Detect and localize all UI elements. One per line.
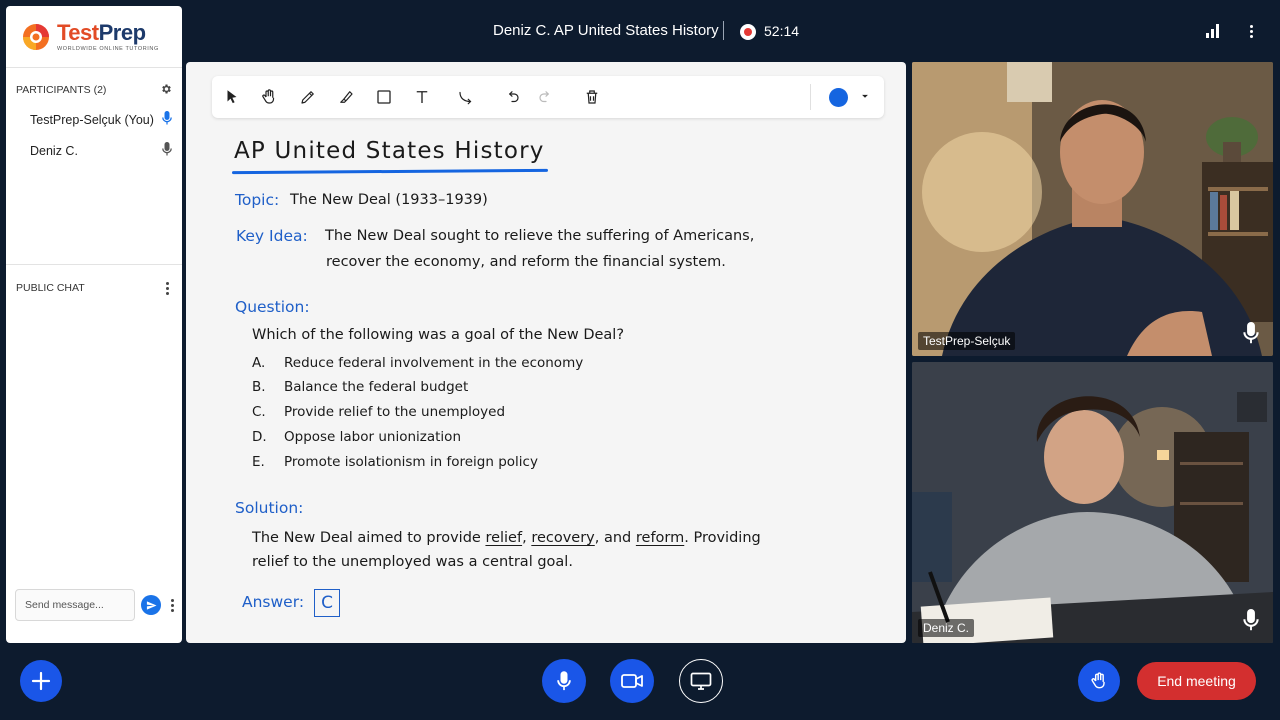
participant-name: Deniz C. <box>30 143 78 158</box>
send-icon <box>146 600 157 610</box>
topic-label: Topic: <box>235 191 280 209</box>
meeting-title: Deniz C. AP United States History <box>493 22 719 39</box>
option-text: Reduce federal involvement in the econom… <box>284 355 584 371</box>
chat-menu-icon[interactable] <box>162 280 172 296</box>
camera-button[interactable] <box>610 659 654 703</box>
video-name-tag: Deniz C. <box>918 619 975 637</box>
solution-keyword: relief <box>485 530 523 546</box>
question-text: Which of the following was a goal of the… <box>252 327 625 343</box>
participants-header: PARTICIPANTS (2) <box>6 82 182 98</box>
undo-icon[interactable] <box>502 87 522 107</box>
brand-tagline: WORLDWIDE ONLINE TUTORING <box>57 45 159 52</box>
mic-icon <box>1243 609 1259 631</box>
chat-input-row: Send message... <box>15 589 177 621</box>
gear-icon[interactable] <box>160 83 172 98</box>
top-bar: Deniz C. AP United States History 52:14 <box>185 0 1280 62</box>
more-options-icon[interactable] <box>1246 23 1256 39</box>
solution-text: . Providing <box>684 530 761 546</box>
solution-text: , <box>522 530 527 546</box>
tutor-video-frame <box>912 62 1273 356</box>
solution-keyword: recovery <box>531 530 595 546</box>
chat-message-input[interactable]: Send message... <box>15 589 135 621</box>
testprep-logo-icon <box>21 22 51 52</box>
video-camera-icon <box>621 674 643 688</box>
chat-header: PUBLIC CHAT <box>6 280 182 296</box>
option-letter: B. <box>252 379 266 395</box>
key-idea-label: Key Idea: <box>236 227 308 245</box>
participant-item[interactable]: TestPrep-Selçuk (You) <box>6 104 182 135</box>
rectangle-icon[interactable] <box>374 87 394 107</box>
title-underline <box>231 168 549 175</box>
option-text: Oppose labor unionization <box>284 429 461 445</box>
video-name-tag: TestPrep-Selçuk <box>918 332 1016 350</box>
microphone-icon <box>557 671 571 691</box>
participants-heading: PARTICIPANTS (2) <box>16 84 107 96</box>
highlighter-icon[interactable] <box>336 87 356 107</box>
topic-text: The New Deal (1933–1939) <box>290 192 488 208</box>
chat-heading: PUBLIC CHAT <box>16 282 85 294</box>
option-text: Promote isolationism in foreign policy <box>284 454 538 470</box>
pencil-icon[interactable] <box>298 87 318 107</box>
video-tile-tutor[interactable]: TestPrep-Selçuk <box>912 62 1273 356</box>
option-letter: E. <box>252 454 265 470</box>
option-text: Balance the federal budget <box>284 379 469 395</box>
brand-logo: TestPrep WORLDWIDE ONLINE TUTORING <box>6 6 182 68</box>
monitor-icon <box>690 672 712 690</box>
hand-icon[interactable] <box>259 87 279 107</box>
solution-text: , and <box>594 530 632 546</box>
answer-box: C <box>314 589 340 617</box>
mic-icon <box>162 142 172 159</box>
brand-name-part1: Test <box>57 19 99 45</box>
option-letter: C. <box>252 404 266 420</box>
participant-item[interactable]: Deniz C. <box>6 135 182 166</box>
recording-icon <box>740 24 756 40</box>
connector-icon[interactable] <box>456 87 476 107</box>
color-picker[interactable] <box>829 88 848 107</box>
option-letter: A. <box>252 355 266 371</box>
mic-icon <box>1243 322 1259 344</box>
option-letter: D. <box>252 429 267 445</box>
chevron-down-icon[interactable] <box>858 89 872 103</box>
option-text: Provide relief to the unemployed <box>284 404 506 420</box>
sidebar: TestPrep WORLDWIDE ONLINE TUTORING PARTI… <box>6 6 182 643</box>
brand-name-part2: Prep <box>98 19 146 45</box>
recording-timer: 52:14 <box>764 23 800 39</box>
trash-icon[interactable] <box>582 87 602 107</box>
title-separator <box>723 21 724 40</box>
answer-label: Answer: <box>242 593 305 611</box>
solution-text: The New Deal aimed to provide <box>252 530 481 546</box>
raise-hand-icon <box>1091 672 1105 689</box>
add-button[interactable] <box>20 660 62 702</box>
student-video-frame <box>912 362 1273 643</box>
solution-label: Solution: <box>235 499 304 517</box>
solution-line: relief to the unemployed was a central g… <box>252 554 573 570</box>
end-meeting-button[interactable]: End meeting <box>1137 662 1256 700</box>
key-idea-line: The New Deal sought to relieve the suffe… <box>325 228 755 244</box>
redo-icon[interactable] <box>536 87 556 107</box>
question-label: Question: <box>235 298 310 316</box>
raise-hand-button[interactable] <box>1078 660 1120 702</box>
chat-options-icon[interactable] <box>167 597 177 613</box>
key-idea-line: recover the economy, and reform the fina… <box>326 254 726 270</box>
screen-share-button[interactable] <box>679 659 723 703</box>
participant-name: TestPrep-Selçuk (You) <box>30 112 154 127</box>
solution-keyword: reform <box>635 530 685 546</box>
whiteboard-toolbar <box>212 76 884 118</box>
send-message-button[interactable] <box>141 595 161 615</box>
signal-strength-icon[interactable] <box>1206 24 1220 38</box>
whiteboard[interactable]: AP United States History Topic: The New … <box>186 62 906 643</box>
solution-line: The New Deal aimed to provide relief, re… <box>252 530 761 546</box>
toolbar-separator <box>810 84 811 110</box>
board-title: AP United States History <box>234 138 545 164</box>
mic-active-icon <box>162 111 172 128</box>
plus-icon <box>31 671 51 691</box>
sidebar-divider <box>6 264 182 265</box>
microphone-button[interactable] <box>542 659 586 703</box>
pointer-icon[interactable] <box>222 87 242 107</box>
video-tile-student[interactable]: Deniz C. <box>912 362 1273 643</box>
text-icon[interactable] <box>412 87 432 107</box>
